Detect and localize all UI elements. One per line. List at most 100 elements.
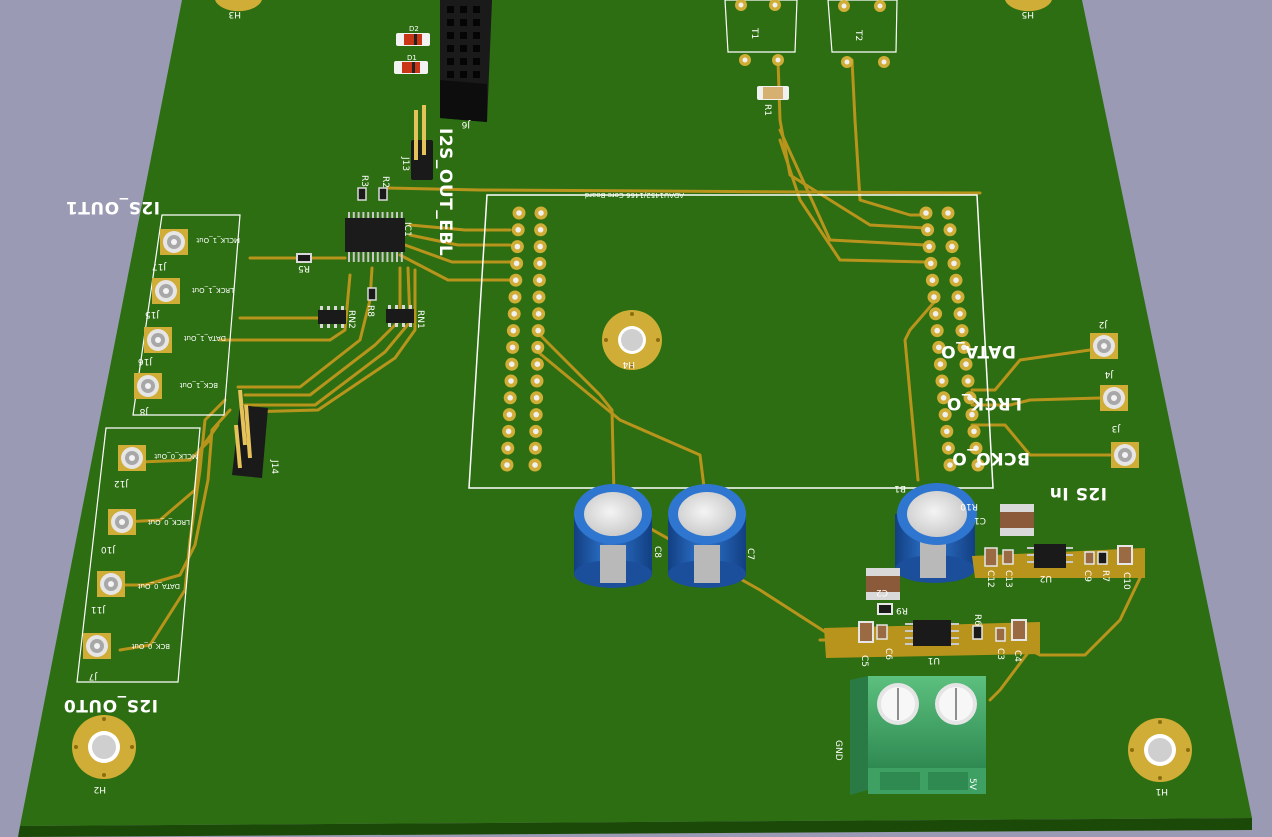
ref-j17: J17	[152, 261, 167, 271]
header-pad-hole	[506, 411, 513, 418]
mounting-hole-h2	[72, 715, 136, 779]
socket-hole	[447, 6, 454, 13]
ref-c6: C6	[883, 648, 893, 660]
header-pad-hole	[512, 294, 518, 300]
header-pad-hole	[955, 294, 961, 300]
label-i2s-out0: I2S_OUT0	[63, 695, 158, 715]
ref-j12: J12	[114, 478, 129, 488]
socket-hole	[447, 58, 454, 65]
net-bck1: BCK_1_Out	[179, 381, 218, 389]
header-pad-hole	[509, 361, 515, 368]
ref-j4: J4	[1104, 369, 1114, 379]
header-pad-hole	[510, 327, 517, 334]
ref-rn1: RN1	[415, 310, 425, 329]
label-5v: 5V	[967, 778, 977, 791]
socket-hole	[473, 45, 480, 52]
header-pad-hole	[511, 311, 517, 317]
ref-c7: C7	[745, 548, 755, 560]
header-pad-hole	[537, 243, 543, 250]
ref-h3: H3	[229, 9, 242, 19]
header-pad-hole	[945, 445, 952, 452]
label-i2s-out1: I2S_OUT1	[65, 197, 160, 217]
capacitor-c7	[668, 484, 746, 588]
ref-r8: R8	[365, 305, 375, 317]
net-mclk1: MCLK_1_Out	[196, 236, 240, 244]
pcb-3d-viewport: I2S_OUT1 I2S_OUT0 I2S_OUT_EBL I2S In DAT…	[0, 0, 1272, 837]
ref-j10: J10	[101, 544, 116, 554]
header-pad-hole	[929, 277, 936, 284]
ref-j2: J2	[1099, 319, 1108, 329]
header-pad-hole	[923, 210, 929, 216]
ref-r9: R9	[896, 605, 908, 615]
header-pad-hole	[538, 210, 544, 216]
sma-connector	[1090, 333, 1118, 359]
label-lrck-o: LRCK_O	[946, 393, 1022, 413]
header-pad-hole	[532, 445, 539, 452]
socket-hole	[473, 19, 480, 26]
sma-connector	[160, 229, 188, 255]
diode-d2	[396, 33, 430, 46]
ref-j6: J6	[461, 119, 471, 129]
sma-connector	[152, 278, 180, 304]
ref-r6: R6	[972, 614, 982, 626]
ref-c13: C13	[1003, 570, 1013, 588]
header-pad-hole	[939, 378, 945, 384]
sma-connector	[1111, 442, 1139, 468]
mounting-hole-h1	[1128, 718, 1192, 782]
header-pad-hole	[959, 327, 965, 334]
ref-j14: J14	[269, 459, 279, 474]
ref-c8: C8	[652, 546, 662, 558]
ref-c5: C5	[859, 655, 869, 667]
screw-terminal	[850, 676, 986, 795]
header-pad-hole	[535, 327, 541, 334]
ref-r10: R10	[960, 501, 978, 511]
header-pad-hole	[509, 344, 516, 351]
ref-r5: R5	[298, 263, 310, 273]
ref-r3: R3	[359, 175, 369, 187]
header-pad-hole	[947, 227, 953, 233]
header-pad-hole	[516, 210, 522, 216]
ref-rn2: RN2	[346, 310, 356, 329]
ref-t2: T2	[853, 29, 863, 41]
header-pad-hole	[504, 462, 510, 468]
net-mclk0: MCLK_0_Out	[154, 452, 198, 460]
header-pad-hole	[931, 294, 937, 300]
ref-j11: J11	[91, 604, 106, 614]
header-pad-hole	[536, 294, 542, 300]
ref-ic1: IC1	[402, 222, 412, 237]
net-bck0: BCK_0_Out	[131, 642, 170, 650]
pcb-render: I2S_OUT1 I2S_OUT0 I2S_OUT_EBL I2S In DAT…	[0, 0, 1272, 837]
socket-hole	[460, 19, 467, 26]
ref-r1: R1	[762, 104, 772, 116]
socket-hole	[460, 32, 467, 39]
ref-h4: H4	[622, 359, 635, 369]
socket-hole	[460, 45, 467, 52]
ref-j15: J15	[145, 309, 160, 319]
sma-connector	[83, 633, 111, 659]
ref-c3: C3	[995, 648, 1005, 660]
ref-d1: D1	[407, 54, 417, 62]
socket-hole	[447, 32, 454, 39]
socket-hole	[460, 58, 467, 65]
header-pad-hole	[932, 311, 939, 317]
header-pad-hole	[945, 210, 951, 216]
ref-u2: U2	[1040, 573, 1052, 583]
net-data0: DATA_0_Out	[138, 582, 180, 590]
ref-c9: C9	[1082, 570, 1092, 582]
ref-d2: D2	[409, 25, 419, 33]
header-pad-hole	[971, 428, 977, 435]
header-pad-hole	[940, 395, 947, 401]
label-gnd: GND	[833, 740, 843, 761]
header-pad-hole	[532, 462, 538, 468]
ref-j16: J16	[138, 356, 153, 366]
capacitor-c8	[574, 484, 652, 588]
header-pad-hole	[924, 227, 931, 233]
resistor-r1	[757, 86, 789, 100]
header-pad-hole	[535, 344, 541, 351]
net-lrck0: LRCK_0_Out	[148, 518, 190, 526]
header-pad-hole	[928, 260, 934, 267]
label-data-o: DATA_O	[941, 341, 1016, 361]
socket-hole	[473, 32, 480, 39]
header-pad-hole	[533, 395, 540, 401]
header-pad-hole	[513, 277, 519, 284]
